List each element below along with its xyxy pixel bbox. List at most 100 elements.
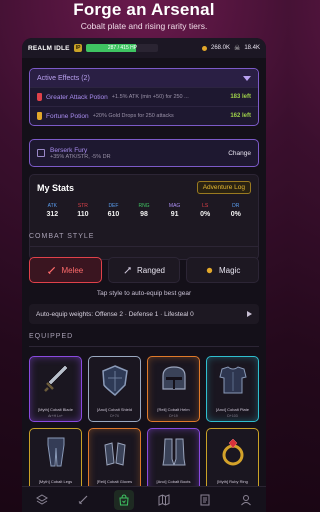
stat-mag: MAG 91 (159, 203, 190, 218)
nav-combat[interactable] (73, 490, 93, 510)
stat-rng: RNG 98 (129, 203, 160, 218)
stat-label: DEF (108, 203, 119, 209)
stats-panel: My Stats Adventure Log ATK 312 STR 110 D… (29, 174, 259, 260)
ranged-button[interactable]: Ranged (107, 257, 181, 283)
berserk-desc: +35% ATK/STR, -5% DR (50, 153, 111, 160)
effect-row: Fortune Potion +20% Gold Drops for 250 a… (30, 106, 258, 125)
nav-profile[interactable] (236, 490, 256, 510)
gear-slot[interactable]: [Myth] Cobalt Legs (29, 428, 82, 494)
kill-count: 18.4K (244, 45, 260, 51)
effect-desc: +1.5% ATK (min +50) for 250 ... (111, 94, 189, 100)
gear-slot[interactable]: [Myth] Ruby Ring (206, 428, 259, 494)
top-status-bar: REALM IDLE IP 287 / 415 HP 268.0K ☠ 18.4… (22, 38, 266, 58)
effect-desc: +20% Gold Drops for 250 attacks (92, 113, 174, 119)
gear-name: [Anci] Cobalt Plate (216, 407, 249, 412)
magic-icon (206, 267, 213, 273)
active-effects-header[interactable]: Active Effects (2) (30, 69, 258, 87)
gear-slot[interactable]: [Reli] Cobalt Helm D+19 (147, 356, 200, 422)
gear-slot[interactable]: [Anci] Cobalt Boots (147, 428, 200, 494)
nav-log[interactable] (195, 490, 215, 510)
active-effects-title: Active Effects (2) (37, 74, 90, 82)
effect-row: Greater Attack Potion +1.5% ATK (min +50… (30, 87, 258, 106)
stat-label: DR (232, 203, 240, 209)
profile-icon (240, 494, 251, 505)
gear-slot[interactable]: [Anci] Cobalt Plate D+103 (206, 356, 259, 422)
stat-value: 0% (200, 211, 211, 218)
stat-value: 610 (107, 211, 120, 218)
effect-name: Greater Attack Potion (46, 93, 108, 101)
gear-stats: D+103 (227, 414, 238, 418)
stat-value: 110 (77, 211, 89, 218)
gear-stats: D+74 (110, 414, 119, 418)
stat-def: DEF 610 (98, 203, 129, 218)
berserk-name: Berserk Fury (50, 146, 88, 154)
change-button[interactable]: Change (228, 150, 251, 157)
effect-remaining: 183 left (230, 94, 251, 100)
skull-icon: ☠ (234, 45, 241, 52)
chevron-down-icon[interactable] (243, 75, 251, 81)
gear-slot[interactable]: [Reli] Cobalt Gloves (88, 428, 141, 494)
potion-icon (37, 93, 42, 101)
divider (29, 346, 259, 347)
auto-equip-text: Auto-equip weights: Offense 2 · Defense … (36, 310, 194, 318)
hero-subtitle: Cobalt plate and rising rarity tiers. (80, 21, 208, 31)
stat-label: MAG (168, 203, 181, 209)
gear-slot[interactable]: [Anci] Cobalt Shield D+74 (88, 356, 141, 422)
stat-dr: DR 0% (220, 203, 251, 218)
stat-value: 91 (170, 211, 179, 218)
bottom-nav (22, 486, 266, 512)
gold-coin-icon (202, 45, 207, 51)
stat-ls: LS 0% (190, 203, 221, 218)
ip-badge[interactable]: IP (73, 44, 83, 52)
map-icon (158, 493, 170, 506)
sword-icon (48, 266, 56, 274)
stat-label: RNG (138, 203, 150, 209)
melee-button[interactable]: Melee (29, 257, 102, 283)
divider (29, 246, 259, 247)
play-icon[interactable] (247, 311, 252, 317)
stat-value: 312 (46, 211, 59, 218)
bag-icon (119, 493, 129, 505)
layers-icon (36, 493, 49, 505)
stat-label: ATK (47, 203, 57, 209)
gloves-icon (103, 442, 126, 466)
hp-bar: 287 / 415 HP (86, 44, 159, 52)
combat-style-heading: COMBAT STYLE (29, 233, 95, 240)
stats-title: My Stats (37, 182, 75, 193)
magic-button[interactable]: Magic (186, 257, 260, 283)
gear-slot[interactable]: [Myth] Cobalt Blade Ar+H Lv+ (29, 356, 82, 422)
magic-label: Magic (219, 265, 241, 275)
sword-icon (43, 365, 67, 392)
gear-name: [Myth] Ruby Ring (217, 479, 248, 484)
stat-value: 0% (230, 211, 241, 218)
gear-name: [Reli] Cobalt Helm (157, 407, 190, 412)
effect-remaining: 162 left (230, 113, 251, 119)
gear-name: [Myth] Cobalt Legs (38, 479, 73, 484)
realm-title: REALM IDLE (28, 44, 70, 52)
effect-name: Fortune Potion (46, 112, 89, 120)
equipped-grid: [Myth] Cobalt Blade Ar+H Lv+ [Anci] Coba… (29, 356, 259, 494)
stat-label: LS (202, 203, 209, 209)
berserk-panel: Berserk Fury +35% ATK/STR, -5% DR Change (29, 139, 259, 167)
adventure-log-button[interactable]: Adventure Log (196, 181, 251, 194)
boots-icon (161, 438, 186, 466)
legs-icon (47, 437, 64, 467)
shield-icon (101, 365, 128, 397)
hp-text: 287 / 415 HP (107, 45, 138, 51)
gear-name: [Anci] Cobalt Shield (97, 407, 132, 412)
stat-atk: ATK 312 (37, 203, 68, 218)
gear-stats: D+19 (169, 414, 178, 418)
ring-icon (222, 438, 243, 466)
melee-label: Melee (61, 265, 84, 275)
nav-layers[interactable] (32, 490, 52, 510)
auto-equip-weights-row[interactable]: Auto-equip weights: Offense 2 · Defense … (29, 304, 259, 324)
stat-grid: ATK 312 STR 110 DEF 610 RNG 98 MAG 91 LS… (37, 203, 251, 218)
nav-inventory[interactable] (113, 489, 134, 510)
sword-icon (78, 495, 88, 504)
active-effects-panel: Active Effects (2) Greater Attack Potion… (29, 68, 259, 126)
combat-hint: Tap style to auto-equip best gear (96, 290, 192, 297)
nav-map[interactable] (154, 490, 174, 510)
potion-icon (37, 112, 42, 120)
app-screen: REALM IDLE IP 287 / 415 HP 268.0K ☠ 18.4… (22, 38, 266, 512)
book-icon (200, 494, 210, 505)
